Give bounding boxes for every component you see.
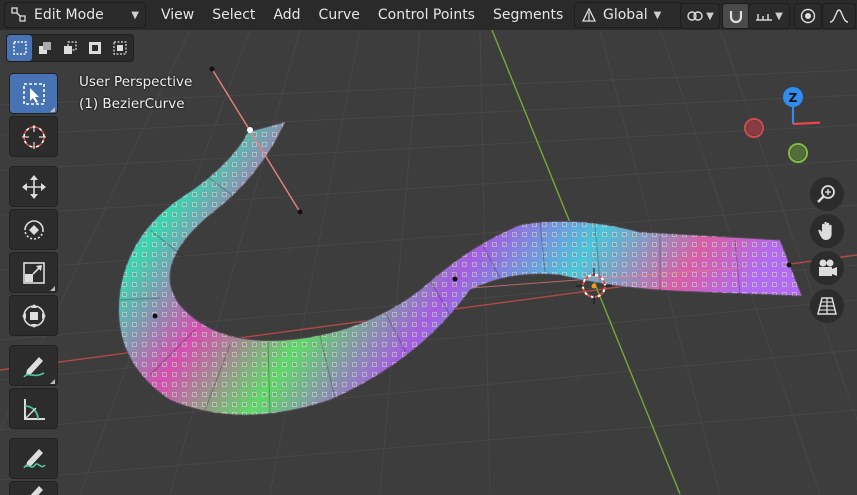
control-point [787, 263, 792, 268]
zoom-button[interactable] [810, 177, 844, 211]
tool-annotate[interactable] [9, 345, 58, 386]
active-object-label: (1) BezierCurve [79, 96, 185, 112]
menu-view[interactable]: View [152, 3, 203, 27]
header-menus: View Select Add Curve Control Points Seg… [152, 3, 572, 27]
menu-segments[interactable]: Segments [484, 3, 572, 27]
select-intersect-icon [112, 40, 128, 56]
transform-icon [21, 303, 47, 329]
tool-rotate[interactable] [9, 209, 58, 250]
mode-label: Edit Mode [34, 7, 104, 23]
camera-icon [816, 257, 838, 279]
tool-move[interactable] [9, 166, 58, 207]
select-mode-buttons [6, 34, 134, 62]
tool-scale[interactable] [9, 252, 58, 293]
select-mode-extend[interactable] [32, 35, 57, 61]
menu-control-points[interactable]: Control Points [369, 3, 484, 27]
orientation-icon [581, 7, 597, 23]
menu-select[interactable]: Select [203, 3, 264, 27]
perspective-toggle-button[interactable] [810, 289, 844, 323]
control-point [453, 277, 458, 282]
select-box-icon [22, 82, 46, 106]
magnet-icon [728, 8, 744, 24]
grid-icon [816, 295, 838, 317]
snap-toggle[interactable] [722, 3, 750, 29]
menu-curve[interactable]: Curve [310, 3, 369, 27]
edit-mode-icon [11, 7, 27, 23]
select-difference-icon [87, 40, 103, 56]
orientation-label: Global [603, 7, 648, 23]
draw-icon [21, 446, 47, 472]
mode-dropdown[interactable]: Edit Mode ▼ [4, 2, 146, 28]
tool-draw[interactable] [9, 438, 58, 479]
chevron-down-icon: ▼ [654, 10, 662, 21]
tool-measure[interactable] [9, 388, 58, 429]
view-perspective-label: User Perspective [79, 74, 192, 90]
navigation-gizmo[interactable]: Z X [740, 80, 820, 170]
transform-orientation-dropdown[interactable]: Global ▼ [574, 2, 684, 28]
falloff-dropdown[interactable] [822, 3, 856, 29]
snap-increment-icon [755, 9, 773, 23]
select-new-icon [12, 40, 28, 56]
proportional-edit-icon [800, 8, 816, 24]
annotate-icon [21, 353, 47, 379]
pan-button[interactable] [810, 214, 844, 248]
link-icon [686, 9, 704, 23]
chevron-down-icon: ▼ [131, 10, 139, 21]
snap-target-dropdown[interactable]: ▼ [748, 3, 790, 29]
hand-icon [816, 220, 838, 242]
move-icon [21, 174, 47, 200]
tool-extrude[interactable] [9, 481, 58, 495]
pivot-point-dropdown[interactable]: ▼ [680, 3, 720, 29]
select-extend-icon [37, 40, 53, 56]
rotate-icon [21, 217, 47, 243]
tool-select-box[interactable] [9, 73, 58, 114]
scale-icon [22, 261, 46, 285]
gizmo-neg-x-fill [747, 121, 762, 136]
control-point [153, 314, 158, 319]
extrude-icon [21, 483, 47, 495]
falloff-curve-icon [829, 9, 849, 23]
chevron-down-icon: ▼ [706, 11, 714, 22]
proportional-editing-toggle[interactable] [794, 3, 822, 29]
select-subtract-icon [62, 40, 78, 56]
measure-icon [21, 396, 47, 422]
zoom-icon [816, 183, 838, 205]
tool-transform[interactable] [9, 295, 58, 336]
select-mode-new[interactable] [7, 35, 32, 61]
chevron-down-icon: ▼ [775, 11, 783, 22]
viewport-header: Edit Mode ▼ View Select Add Curve Contro… [0, 0, 857, 30]
gizmo-z-label: Z [789, 91, 798, 105]
gizmo-y-fill [791, 146, 806, 161]
cursor-icon [21, 124, 47, 150]
select-mode-intersect[interactable] [107, 35, 132, 61]
menu-add[interactable]: Add [264, 3, 309, 27]
select-mode-difference[interactable] [82, 35, 107, 61]
tool-cursor[interactable] [9, 116, 58, 157]
bezier-curve-mesh [119, 122, 802, 415]
select-mode-subtract[interactable] [57, 35, 82, 61]
camera-button[interactable] [810, 251, 844, 285]
